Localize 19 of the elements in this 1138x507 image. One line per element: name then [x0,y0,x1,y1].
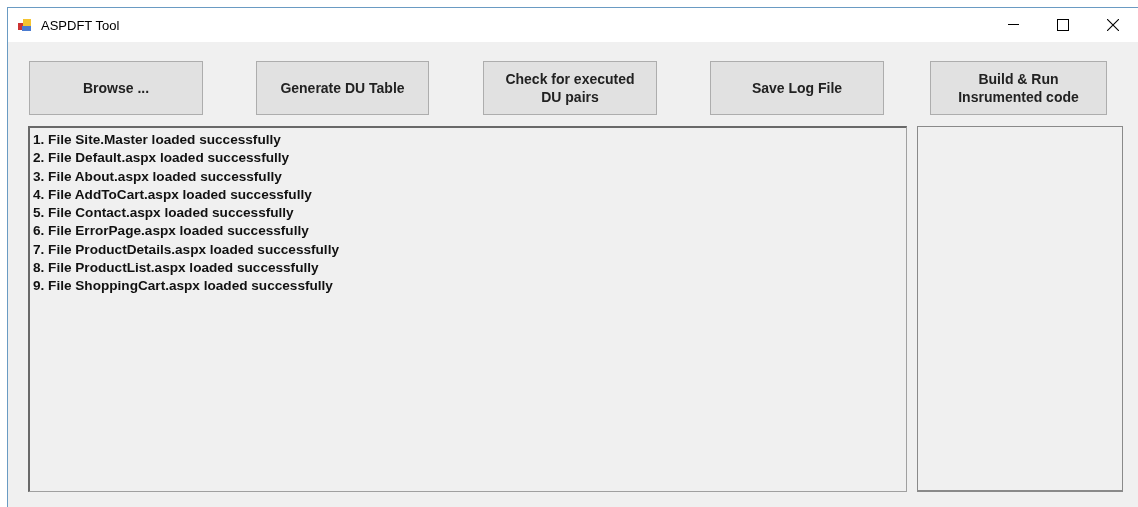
log-line: 1. File Site.Master loaded successfully [33,131,282,149]
action-button[interactable]: Build & Run Insrumented code [930,61,1107,115]
action-button[interactable]: Generate DU Table [256,61,429,115]
log-line: 3. File About.aspx loaded successfully [33,167,283,186]
action-button[interactable]: Save Log File [710,61,884,115]
log-line: 8. File ProductList.aspx loaded successfully [33,259,320,278]
close-icon [1107,19,1119,31]
action-button[interactable]: Browse ... [29,61,203,115]
action-button[interactable]: Check for executed DU pairs [483,61,657,115]
log-line: 9. File ShoppingCart.aspx loaded successfully [33,277,334,296]
log-line: 5. File Contact.aspx loaded successfully [33,204,295,223]
log-line: 4. File AddToCart.aspx loaded successfully [33,185,313,204]
maximize-icon [1057,19,1069,31]
app-icon [17,17,33,33]
log-line: 2. File Default.aspx loaded successfully [33,149,291,168]
log-line: 6. File ErrorPage.aspx loaded successfully [33,222,310,241]
log-line: 7. File ProductDetails.aspx loaded successfully [33,240,340,259]
minimize-icon [1007,24,1019,26]
window-title: ASPDFT Tool [41,17,120,33]
